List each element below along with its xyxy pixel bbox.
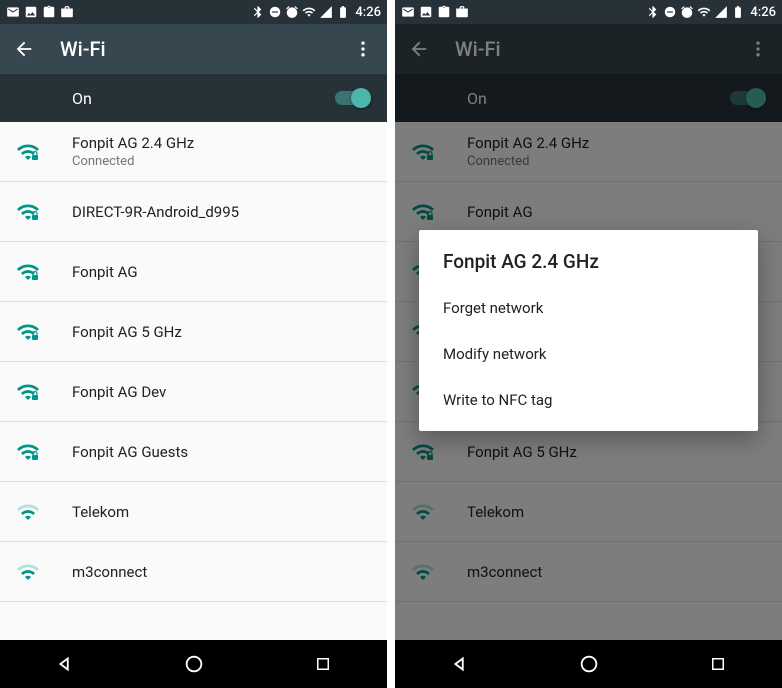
navbar (395, 640, 782, 688)
network-item[interactable]: m3connect (0, 542, 387, 602)
status-bar: 4:26 (0, 0, 387, 24)
phone-left: 4:26 Wi-Fi On Fonpit AG 2.4 GHz Connecte… (0, 0, 387, 688)
network-name: DIRECT-9R-Android_d995 (72, 203, 371, 221)
battery-icon (336, 5, 350, 19)
mail-icon (6, 5, 20, 19)
wifi-toggle-row[interactable]: On (0, 74, 387, 122)
signal-icon (714, 5, 728, 19)
nav-home[interactable] (577, 652, 601, 676)
network-item[interactable]: Fonpit AG Guests (0, 422, 387, 482)
phone-right: 4:26 Wi-Fi On Fonpit AG 2.4 GHz Connecte… (395, 0, 782, 688)
wifi-signal-icon (16, 560, 40, 584)
wifi-signal-icon (16, 140, 40, 164)
wifi-status-icon (697, 5, 711, 19)
nav-back[interactable] (448, 652, 472, 676)
network-item[interactable]: Fonpit AG 2.4 GHz Connected (0, 122, 387, 182)
image-icon (24, 5, 38, 19)
network-list-left: Fonpit AG 2.4 GHz Connected DIRECT-9R-An… (0, 122, 387, 640)
toolbar: Wi-Fi (0, 24, 387, 74)
network-name: Fonpit AG Guests (72, 443, 371, 461)
clipboard-icon (437, 5, 451, 19)
wifi-signal-icon (16, 320, 40, 344)
nav-recents[interactable] (706, 652, 730, 676)
wifi-status-icon (302, 5, 316, 19)
status-time: 4:26 (355, 5, 381, 20)
nav-back[interactable] (53, 652, 77, 676)
wifi-signal-icon (16, 380, 40, 404)
network-item[interactable]: Telekom (0, 482, 387, 542)
wifi-toggle-label: On (72, 89, 333, 108)
bluetooth-icon (646, 5, 660, 19)
network-name: Fonpit AG (72, 263, 371, 281)
network-name: Telekom (72, 503, 371, 521)
network-item[interactable]: Fonpit AG Dev (0, 362, 387, 422)
dialog-item-forget[interactable]: Forget network (419, 285, 758, 331)
network-item[interactable]: Fonpit AG 5 GHz (0, 302, 387, 362)
network-item[interactable]: DIRECT-9R-Android_d995 (0, 182, 387, 242)
network-status: Connected (72, 154, 371, 169)
clipboard-icon (42, 5, 56, 19)
dialog-item-modify[interactable]: Modify network (419, 331, 758, 377)
nav-recents[interactable] (311, 652, 335, 676)
alarm-icon (680, 5, 694, 19)
overflow-menu[interactable] (351, 37, 375, 61)
dialog-item-nfc[interactable]: Write to NFC tag (419, 377, 758, 423)
dnd-icon (268, 5, 282, 19)
shop-icon (455, 5, 469, 19)
signal-icon (319, 5, 333, 19)
status-time: 4:26 (750, 5, 776, 20)
back-button[interactable] (12, 37, 36, 61)
network-name: Fonpit AG 2.4 GHz (72, 134, 371, 152)
battery-icon (731, 5, 745, 19)
network-name: Fonpit AG 5 GHz (72, 323, 371, 341)
alarm-icon (285, 5, 299, 19)
mail-icon (401, 5, 415, 19)
network-context-dialog: Fonpit AG 2.4 GHz Forget network Modify … (419, 230, 758, 431)
network-name: Fonpit AG Dev (72, 383, 371, 401)
status-bar: 4:26 (395, 0, 782, 24)
network-item[interactable]: Fonpit AG (0, 242, 387, 302)
dialog-title: Fonpit AG 2.4 GHz (419, 250, 758, 285)
network-name: m3connect (72, 563, 371, 581)
wifi-signal-icon (16, 260, 40, 284)
dnd-icon (663, 5, 677, 19)
wifi-signal-icon (16, 500, 40, 524)
bluetooth-icon (251, 5, 265, 19)
wifi-switch[interactable] (333, 88, 371, 108)
wifi-signal-icon (16, 440, 40, 464)
navbar (0, 640, 387, 688)
page-title: Wi-Fi (60, 37, 351, 61)
shop-icon (60, 5, 74, 19)
nav-home[interactable] (182, 652, 206, 676)
image-icon (419, 5, 433, 19)
wifi-signal-icon (16, 200, 40, 224)
